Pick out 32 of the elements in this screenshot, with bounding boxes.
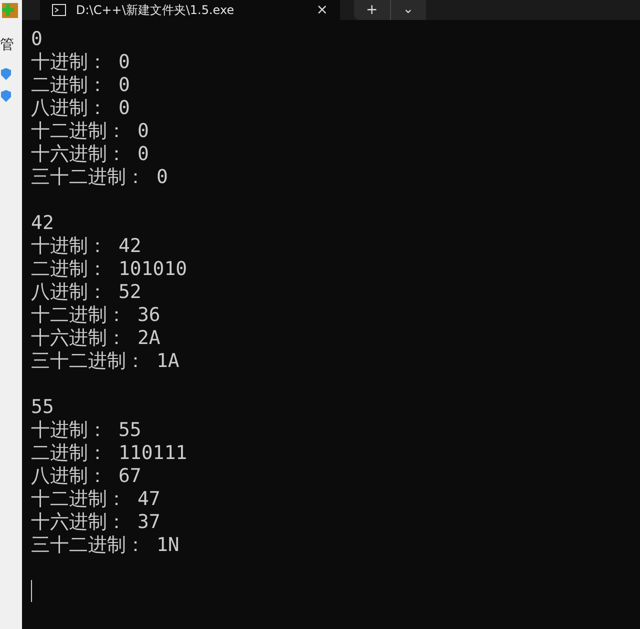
output-line: 十进制： 0 xyxy=(31,51,130,74)
output-line: 二进制： 110111 xyxy=(31,442,188,465)
input-number: 0 xyxy=(31,28,42,51)
tab-menu-button[interactable]: ⌄ xyxy=(390,0,426,20)
output-line: 三十二进制： 0 xyxy=(31,166,168,189)
window-label: 管 xyxy=(0,38,14,52)
close-button[interactable]: × xyxy=(316,0,328,20)
output-line: 十六进制： 37 xyxy=(31,511,160,534)
plus-icon xyxy=(0,2,18,18)
output-line: 三十二进制： 1N xyxy=(31,534,180,557)
output-line: 十二进制： 47 xyxy=(31,488,160,511)
output-line: 八进制： 52 xyxy=(31,281,142,304)
shield-icon xyxy=(1,90,11,102)
output-line: 二进制： 101010 xyxy=(31,258,188,281)
output-line: 十二进制： 36 xyxy=(31,304,160,327)
output-line: 八进制： 67 xyxy=(31,465,142,488)
output-line: 二进制： 0 xyxy=(31,74,130,97)
output-line: 十六进制： 2A xyxy=(31,327,160,350)
terminal-icon xyxy=(52,4,66,16)
output-line: 八进制： 0 xyxy=(31,97,130,120)
input-number: 55 xyxy=(31,396,54,419)
output-line: 三十二进制： 1A xyxy=(31,350,180,373)
output-line: 十二进制： 0 xyxy=(31,120,149,143)
output-line: 十六进制： 0 xyxy=(31,143,149,166)
text-cursor xyxy=(31,580,32,602)
terminal-tab[interactable]: D:\C++\新建文件夹\1.5.exe × xyxy=(40,0,340,20)
input-number: 42 xyxy=(31,212,54,235)
shield-icon xyxy=(1,68,11,80)
new-tab-button[interactable]: + xyxy=(354,0,390,20)
output-line: 十进制： 55 xyxy=(31,419,142,442)
output-line: 十进制： 42 xyxy=(31,235,142,258)
tab-title: D:\C++\新建文件夹\1.5.exe xyxy=(76,2,236,19)
